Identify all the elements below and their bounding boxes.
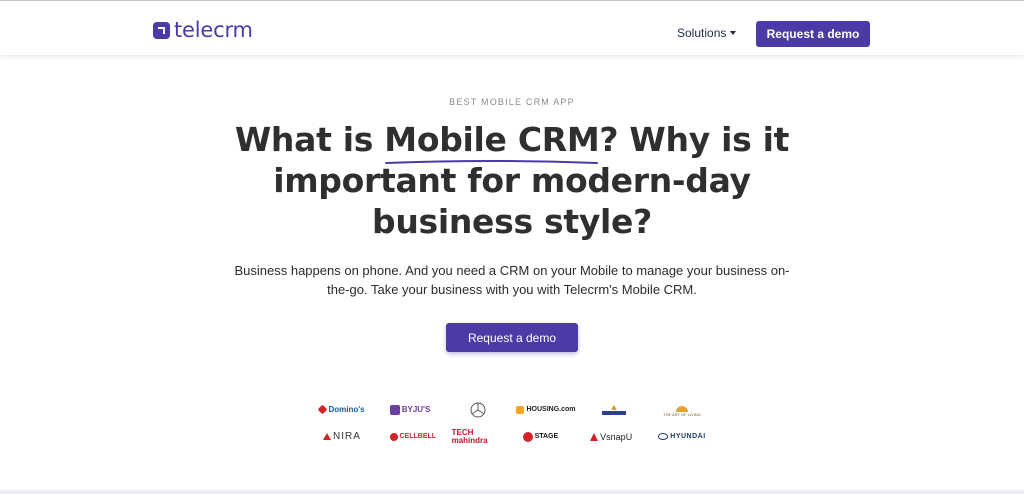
client-logos-row-1: Domino's BYJU'S HOUSING.com THE ART OF L… — [310, 396, 714, 423]
housing-icon — [516, 405, 525, 414]
hyundai-icon — [658, 433, 669, 440]
mercedes-logo — [446, 401, 510, 419]
headline-highlight: Mobile CRM — [384, 119, 600, 164]
tech-mahindra-label: TECH mahindra — [451, 427, 488, 445]
client-logos: Domino's BYJU'S HOUSING.com THE ART OF L… — [310, 396, 714, 450]
chevron-down-icon — [730, 31, 737, 35]
header-request-demo-button[interactable]: Request a demo — [756, 21, 870, 47]
hero-subcopy: Business happens on phone. And you need … — [234, 263, 790, 297]
stage-logo: STAGE — [508, 428, 572, 446]
cellbell-icon — [389, 432, 398, 441]
hyundai-logo: HYUNDAI — [650, 428, 714, 446]
hero-request-demo-button[interactable]: Request a demo — [446, 323, 578, 352]
hero-headline: What is Mobile CRM? Why is it important … — [212, 119, 812, 242]
crest-logo — [582, 401, 646, 419]
hero-kicker: BEST MOBILE CRM APP — [449, 97, 575, 107]
logo-text: telecrm — [174, 18, 253, 42]
top-navbar: telecrm Solutions Request a demo — [0, 1, 1024, 55]
art-of-living-label: THE ART OF LIVING — [663, 411, 701, 417]
cellbell-label: CELLBELL — [399, 433, 437, 440]
telecrm-logo-icon — [153, 21, 170, 39]
client-logos-row-2: NIRA CELLBELL TECH mahindra STAGE VsnapU… — [310, 423, 714, 450]
solutions-menu[interactable]: Solutions — [677, 26, 737, 40]
art-of-living-logo: THE ART OF LIVING — [650, 401, 714, 419]
byjus-icon — [389, 404, 400, 415]
telecrm-logo[interactable]: telecrm — [153, 17, 253, 43]
dominos-icon — [317, 404, 328, 415]
dominos-label: Domino's — [328, 405, 365, 414]
vsnapu-logo: VsnapU — [579, 428, 643, 446]
headline-highlight-text: Mobile CRM — [384, 120, 600, 159]
housing-label: HOUSING.com — [526, 406, 576, 413]
cellbell-logo: CELLBELL — [381, 428, 445, 446]
nira-logo: NIRA — [310, 428, 374, 446]
solutions-label: Solutions — [677, 26, 727, 40]
hyundai-label: HYUNDAI — [670, 433, 706, 440]
vsnapu-icon — [590, 432, 599, 441]
mercedes-star-icon — [470, 402, 486, 417]
sun-emblem-icon — [676, 405, 688, 412]
nira-icon — [323, 433, 332, 440]
byjus-logo: BYJU'S — [378, 401, 442, 419]
dominos-logo: Domino's — [310, 401, 374, 419]
housing-logo: HOUSING.com — [514, 401, 578, 419]
byjus-label: BYJU'S — [401, 405, 431, 414]
tech-mahindra-logo: TECH mahindra — [452, 428, 502, 446]
next-section-edge — [0, 490, 1024, 494]
underline-swoosh — [385, 160, 599, 164]
nira-label: NIRA — [333, 431, 361, 442]
stage-icon — [522, 431, 533, 442]
stage-label: STAGE — [534, 433, 559, 440]
headline-part-1: What is — [234, 120, 385, 159]
crest-emblem-icon — [602, 404, 626, 415]
vsnapu-label: VsnapU — [600, 431, 633, 442]
